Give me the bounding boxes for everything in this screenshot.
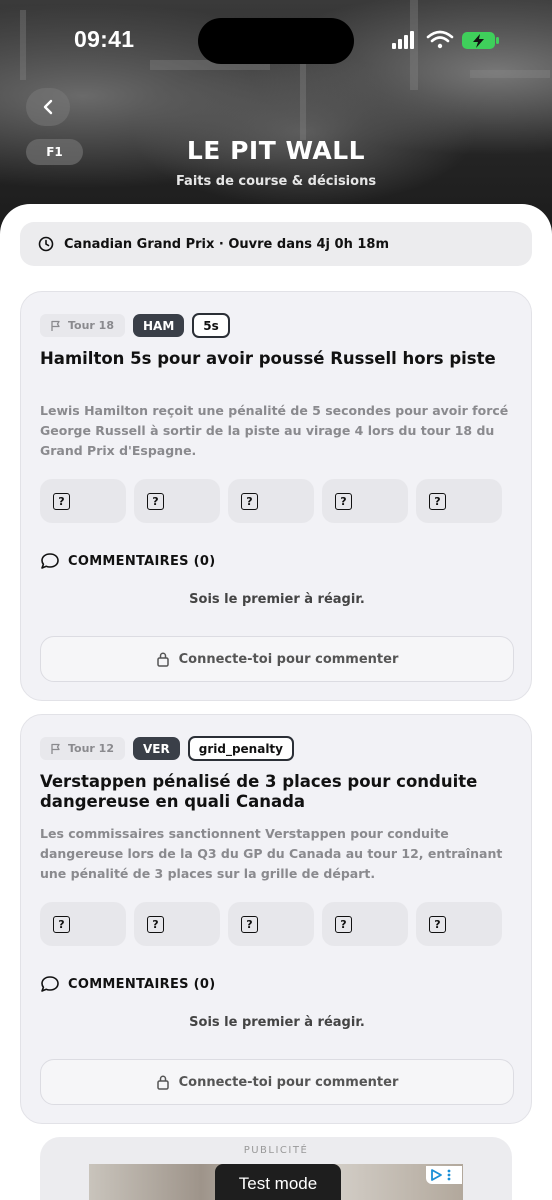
reaction-row: ? ? ? ? ?	[40, 902, 510, 946]
reaction-button[interactable]: ?	[322, 479, 408, 523]
penalty-card: Tour 18 HAM 5s Hamilton 5s pour avoir po…	[20, 291, 532, 701]
ad-choices-icon[interactable]	[426, 1166, 462, 1184]
penalty-type-chip: grid_penalty	[187, 736, 294, 761]
reaction-button[interactable]: ?	[228, 902, 314, 946]
card-title: Verstappen pénalisé de 3 places pour con…	[40, 772, 478, 811]
comment-bubble-icon	[41, 553, 59, 569]
status-time: 09:41	[74, 26, 135, 52]
unknown-emoji-icon: ?	[53, 915, 70, 933]
lock-icon	[156, 1075, 169, 1090]
card-title: Hamilton 5s pour avoir poussé Russell ho…	[40, 349, 496, 368]
chevron-left-icon	[43, 99, 53, 115]
lock-icon	[156, 652, 169, 667]
ad-test-mode-label: Test mode	[215, 1164, 341, 1200]
ad-label: PUBLICITÉ	[243, 1145, 309, 1156]
card-description: Les commissaires sanctionnent Verstappen…	[40, 826, 503, 881]
dynamic-island	[198, 18, 354, 64]
comments-header: COMMENTAIRES (0)	[40, 552, 216, 570]
unknown-emoji-icon: ?	[147, 492, 164, 510]
card-description: Lewis Hamilton reçoit une pénalité de 5 …	[40, 403, 509, 458]
driver-chip: VER	[133, 737, 180, 760]
unknown-emoji-icon: ?	[335, 492, 352, 510]
login-to-comment-label: Connecte-toi pour commenter	[178, 651, 399, 667]
reaction-button[interactable]: ?	[40, 902, 126, 946]
reaction-button[interactable]: ?	[322, 902, 408, 946]
unknown-emoji-icon: ?	[53, 492, 70, 510]
unknown-emoji-icon: ?	[147, 915, 164, 933]
unknown-emoji-icon: ?	[335, 915, 352, 933]
unknown-emoji-icon: ?	[429, 492, 446, 510]
empty-comments-message: Sois le premier à réagir.	[189, 1015, 365, 1030]
race-countdown-text: Canadian Grand Prix · Ouvre dans 4j 0h 1…	[64, 236, 389, 252]
race-countdown-bar: Canadian Grand Prix · Ouvre dans 4j 0h 1…	[20, 222, 532, 266]
empty-comments-message: Sois le premier à réagir.	[189, 592, 365, 607]
flag-icon	[51, 320, 60, 331]
comments-label: COMMENTAIRES (0)	[68, 976, 216, 992]
comment-bubble-icon	[41, 976, 59, 992]
reaction-button[interactable]: ?	[134, 902, 220, 946]
comments-label: COMMENTAIRES (0)	[68, 553, 216, 569]
login-to-comment-button[interactable]: Connecte-toi pour commenter	[40, 636, 514, 682]
signal-icon	[392, 31, 414, 49]
page-subtitle: Faits de course & décisions	[175, 174, 377, 189]
lap-chip: Tour 12	[40, 737, 125, 760]
reaction-button[interactable]: ?	[416, 902, 502, 946]
unknown-emoji-icon: ?	[429, 915, 446, 933]
flag-icon	[51, 743, 60, 754]
wifi-icon	[426, 30, 454, 49]
login-to-comment-button[interactable]: Connecte-toi pour commenter	[40, 1059, 514, 1105]
login-to-comment-label: Connecte-toi pour commenter	[178, 1074, 399, 1090]
penalty-card: Tour 12 VER grid_penalty Verstappen péna…	[20, 714, 532, 1124]
lap-label: Tour 18	[68, 319, 114, 332]
driver-chip: HAM	[133, 314, 185, 337]
ad-container: PUBLICITÉ Test mode	[40, 1137, 512, 1200]
unknown-emoji-icon: ?	[241, 492, 258, 510]
battery-icon	[462, 32, 499, 49]
status-icons	[392, 30, 499, 49]
clock-icon	[38, 236, 54, 252]
reaction-button[interactable]: ?	[228, 479, 314, 523]
unknown-emoji-icon: ?	[241, 915, 258, 933]
page-title: LE PIT WALL	[186, 136, 366, 165]
back-button[interactable]	[26, 88, 70, 126]
comments-header: COMMENTAIRES (0)	[40, 975, 216, 993]
reaction-row: ? ? ? ? ?	[40, 479, 510, 523]
reaction-button[interactable]: ?	[40, 479, 126, 523]
lap-label: Tour 12	[68, 742, 114, 755]
lap-chip: Tour 18	[40, 314, 125, 337]
reaction-button[interactable]: ?	[416, 479, 502, 523]
reaction-button[interactable]: ?	[134, 479, 220, 523]
penalty-type-chip: 5s	[192, 313, 230, 338]
